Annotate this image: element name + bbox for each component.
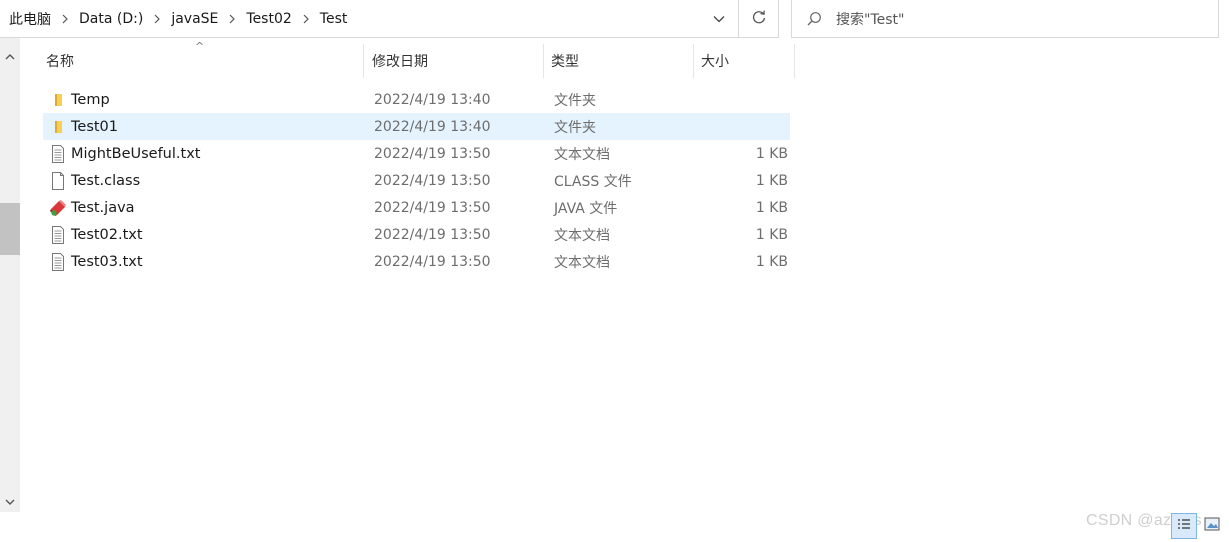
java-file-icon	[45, 194, 71, 221]
folder-icon	[45, 86, 71, 113]
breadcrumb-test[interactable]: Test	[318, 0, 350, 37]
file-name: Test02.txt	[71, 226, 143, 243]
column-modified-date[interactable]: 修改日期	[364, 44, 544, 78]
chevron-up-icon	[5, 48, 15, 64]
column-size[interactable]: 大小	[694, 44, 795, 78]
file-row[interactable]: Temp 2022/4/19 13:40 文件夹	[43, 86, 790, 113]
chevron-right-icon[interactable]	[53, 0, 77, 37]
scroll-down-button[interactable]	[0, 488, 20, 516]
file-size: 1 KB	[755, 253, 788, 270]
chevron-right-icon[interactable]	[220, 0, 244, 37]
column-header: ^ 名称 修改日期 类型 大小	[37, 40, 795, 78]
scrollbar-thumb[interactable]	[0, 203, 20, 255]
file-date: 2022/4/19 13:40	[374, 118, 491, 135]
file-name: Test.class	[71, 172, 141, 189]
breadcrumb-javase[interactable]: javaSE	[169, 0, 220, 37]
file-row[interactable]: Test02.txt 2022/4/19 13:50 文本文档 1 KB	[43, 221, 790, 248]
file-type: CLASS 文件	[554, 173, 632, 190]
details-view-icon	[1177, 518, 1191, 534]
text-file-icon	[45, 248, 71, 275]
scroll-up-button[interactable]	[0, 42, 20, 70]
file-date: 2022/4/19 13:50	[374, 199, 491, 216]
file-type: 文本文档	[554, 146, 610, 163]
file-list: Temp 2022/4/19 13:40 文件夹 Test01 2022/4/1…	[43, 86, 790, 275]
column-size-label: 大小	[701, 54, 729, 70]
large-icons-view-button[interactable]	[1202, 516, 1222, 536]
text-file-icon	[45, 140, 71, 167]
search-placeholder: 搜索"Test"	[836, 11, 905, 28]
file-name: MightBeUseful.txt	[71, 145, 201, 162]
file-name: Test.java	[71, 199, 135, 216]
file-name: Temp	[71, 91, 110, 108]
chevron-right-icon[interactable]	[145, 0, 169, 37]
column-date-label: 修改日期	[372, 54, 428, 70]
column-type-label: 类型	[551, 54, 579, 70]
breadcrumb-test02[interactable]: Test02	[244, 0, 293, 37]
file-row[interactable]: Test03.txt 2022/4/19 13:50 文本文档 1 KB	[43, 248, 790, 275]
large-icons-view-icon	[1204, 517, 1220, 535]
chevron-down-icon	[5, 494, 15, 510]
column-type[interactable]: 类型	[544, 44, 694, 78]
sort-ascending-icon: ^	[195, 40, 205, 53]
breadcrumb-this-pc[interactable]: 此电脑	[7, 0, 53, 37]
text-file-icon	[45, 221, 71, 248]
file-date: 2022/4/19 13:50	[374, 226, 491, 243]
chevron-down-icon	[713, 11, 725, 27]
folder-icon	[45, 113, 71, 140]
file-name: Test01	[71, 118, 119, 135]
file-row-selected[interactable]: Test01 2022/4/19 13:40 文件夹	[43, 113, 790, 140]
file-size: 1 KB	[755, 172, 788, 189]
file-row[interactable]: MightBeUseful.txt 2022/4/19 13:50 文本文档 1…	[43, 140, 790, 167]
file-size: 1 KB	[755, 226, 788, 243]
file-size: 1 KB	[755, 199, 788, 216]
file-date: 2022/4/19 13:50	[374, 145, 491, 162]
column-name[interactable]: ^ 名称	[37, 40, 364, 78]
file-row[interactable]: Test.java 2022/4/19 13:50 JAVA 文件 1 KB	[43, 194, 790, 221]
file-type: JAVA 文件	[554, 200, 618, 217]
refresh-icon	[751, 9, 767, 29]
file-row[interactable]: Test.class 2022/4/19 13:50 CLASS 文件 1 KB	[43, 167, 790, 194]
breadcrumb-data-drive[interactable]: Data (D:)	[77, 0, 145, 37]
chevron-right-icon[interactable]	[294, 0, 318, 37]
file-type: 文件夹	[554, 119, 596, 136]
file-date: 2022/4/19 13:50	[374, 253, 491, 270]
details-view-button[interactable]	[1171, 513, 1197, 539]
refresh-button[interactable]	[739, 0, 779, 38]
file-type: 文本文档	[554, 227, 610, 244]
file-date: 2022/4/19 13:50	[374, 172, 491, 189]
address-history-button[interactable]	[700, 0, 738, 38]
search-icon	[792, 11, 836, 27]
vertical-scrollbar[interactable]	[0, 38, 20, 512]
file-type: 文本文档	[554, 254, 610, 271]
blank-file-icon	[45, 167, 71, 194]
file-date: 2022/4/19 13:40	[374, 91, 491, 108]
address-bar[interactable]: 此电脑 Data (D:) javaSE Test02 Test	[0, 0, 739, 38]
file-size: 1 KB	[755, 145, 788, 162]
search-input[interactable]: 搜索"Test"	[791, 0, 1219, 38]
breadcrumb: 此电脑 Data (D:) javaSE Test02 Test	[0, 0, 700, 37]
file-type: 文件夹	[554, 92, 596, 109]
file-name: Test03.txt	[71, 253, 143, 270]
column-name-label: 名称	[46, 54, 74, 70]
